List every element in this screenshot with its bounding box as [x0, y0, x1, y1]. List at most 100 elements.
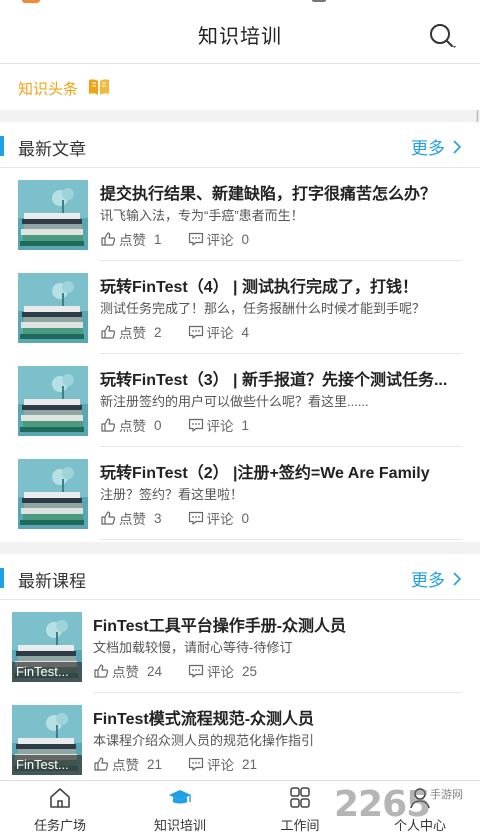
like-label: 点赞	[119, 512, 146, 527]
comment-count: 1	[241, 417, 250, 433]
comment-button[interactable]: 评论 1	[188, 415, 250, 435]
article-thumbnail	[18, 459, 88, 529]
comment-icon	[188, 231, 204, 247]
like-count: 3	[154, 510, 162, 526]
user-icon	[410, 788, 430, 809]
comment-count: 21	[242, 756, 258, 772]
more-articles-link[interactable]: 更多	[411, 134, 462, 159]
article-desc: 新注册签约的用户可以做些什么呢？看这里......	[100, 394, 369, 409]
article-item[interactable]: 提交执行结果、新建缺陷，打字很痛苦怎么办？ 讯飞输入法，专为“手癌”患者而生！ …	[0, 168, 480, 261]
like-count: 24	[147, 663, 163, 679]
article-desc: 讯飞输入法，专为“手癌”患者而生！	[100, 208, 304, 223]
more-courses-link[interactable]: 更多	[411, 566, 462, 591]
like-button[interactable]: 点赞 24	[93, 661, 162, 681]
comment-button[interactable]: 评论 0	[188, 508, 250, 528]
section-header: 最新文章 更多	[0, 122, 480, 168]
comment-label: 评论	[206, 326, 234, 341]
article-meta: 点赞 2 评论 4	[100, 322, 249, 342]
tab-personal-center[interactable]: 个人中心	[360, 781, 480, 832]
comment-label: 评论	[206, 233, 234, 248]
article-desc: 注册？签约？看这里啦！	[100, 487, 244, 502]
course-item[interactable]: FinTest... FinTest模式流程规范-众测人员 本课程介绍众测人员的…	[0, 693, 480, 786]
search-icon[interactable]	[428, 22, 458, 50]
course-title: FinTest模式流程规范-众测人员	[93, 711, 315, 728]
article-meta: 点赞 3 评论 0	[100, 508, 249, 528]
tab-knowledge-training[interactable]: 知识培训	[120, 781, 240, 832]
comment-icon	[188, 510, 204, 526]
thumbs-up-icon	[93, 663, 109, 679]
course-thumbnail: FinTest...	[12, 612, 82, 682]
like-button[interactable]: 点赞 0	[100, 415, 162, 435]
course-meta: 点赞 21 评论 21	[93, 754, 257, 774]
article-item[interactable]: 玩转FinTest（2） |注册+签约=We Are Family 注册？签约？…	[0, 447, 480, 540]
article-title: 玩转FinTest（4） | 测试执行完成了，打钱！	[100, 279, 418, 296]
comment-button[interactable]: 评论 21	[188, 754, 257, 774]
status-indicator	[22, 0, 40, 3]
section-accent-bar	[0, 568, 4, 588]
course-desc: 文档加载较慢，请耐心等待-待修订	[93, 640, 293, 655]
more-label: 更多	[411, 139, 445, 158]
chevron-right-icon	[453, 571, 462, 586]
article-title: 提交执行结果、新建缺陷，打字很痛苦怎么办？	[100, 186, 437, 203]
headline-label: 知识头条	[18, 81, 79, 98]
comment-button[interactable]: 评论 4	[188, 322, 250, 342]
chevron-right-icon	[453, 139, 462, 154]
like-count: 21	[147, 756, 163, 772]
course-thumbnail: FinTest...	[12, 705, 82, 775]
comment-count: 0	[241, 510, 250, 526]
thumbnail-caption: FinTest...	[12, 755, 82, 775]
tab-task-square[interactable]: 任务广场	[0, 781, 120, 832]
course-desc: 本课程介绍众测人员的规范化操作指引	[93, 733, 315, 748]
latest-courses-section: 最新课程 更多 FinTest... FinTest工具平台操作手册-众测人员 …	[0, 554, 480, 780]
comment-icon	[188, 324, 204, 340]
thumbs-up-icon	[100, 510, 116, 526]
article-thumbnail	[18, 180, 88, 250]
section-title: 最新文章	[18, 140, 86, 159]
thumbs-up-icon	[100, 417, 116, 433]
like-label: 点赞	[112, 665, 139, 680]
article-title: 玩转FinTest（2） |注册+签约=We Are Family	[100, 465, 430, 482]
comment-label: 评论	[207, 758, 235, 773]
comment-button[interactable]: 评论 0	[188, 229, 250, 249]
tab-label: 任务广场	[33, 818, 86, 832]
like-label: 点赞	[119, 326, 146, 341]
comment-count: 0	[241, 231, 250, 247]
comment-icon	[188, 663, 204, 679]
thumbs-up-icon	[93, 756, 109, 772]
like-label: 点赞	[119, 233, 146, 248]
course-item[interactable]: FinTest... FinTest工具平台操作手册-众测人员 文档加载较慢，请…	[0, 600, 480, 693]
grid-icon	[290, 787, 310, 808]
article-meta: 点赞 1 评论 0	[100, 229, 249, 249]
section-accent-bar	[0, 136, 4, 156]
comment-count: 4	[241, 324, 250, 340]
like-button[interactable]: 点赞 3	[100, 508, 162, 528]
top-bar: 知识培训	[0, 0, 480, 64]
status-indicator	[312, 0, 326, 2]
thumbnail-caption: FinTest...	[12, 662, 82, 682]
tab-label: 个人中心	[393, 818, 446, 832]
section-header: 最新课程 更多	[0, 554, 480, 600]
news-headline-bar[interactable]: 知识头条	[0, 64, 480, 110]
like-button[interactable]: 点赞 2	[100, 322, 162, 342]
article-item[interactable]: 玩转FinTest（3） | 新手报道？先接个测试任务... 新注册签约的用户可…	[0, 354, 480, 447]
article-item[interactable]: 玩转FinTest（4） | 测试执行完成了，打钱！ 测试任务完成了！那么，任务…	[0, 261, 480, 354]
like-count: 0	[154, 417, 162, 433]
course-meta: 点赞 24 评论 25	[93, 661, 257, 681]
comment-button[interactable]: 评论 25	[188, 661, 257, 681]
course-title: FinTest工具平台操作手册-众测人员	[93, 618, 347, 635]
article-thumbnail	[18, 273, 88, 343]
comment-icon	[188, 756, 204, 772]
tab-workspace[interactable]: 工作间	[240, 781, 360, 832]
like-count: 2	[154, 324, 162, 340]
article-desc: 测试任务完成了！那么，任务报酬什么时候才能到手呢？	[100, 301, 426, 316]
open-book-icon	[89, 79, 109, 95]
thumbs-up-icon	[100, 231, 116, 247]
more-label: 更多	[411, 571, 445, 590]
home-icon	[50, 788, 70, 808]
comment-icon	[188, 417, 204, 433]
like-button[interactable]: 点赞 1	[100, 229, 162, 249]
like-button[interactable]: 点赞 21	[93, 754, 162, 774]
like-count: 1	[154, 231, 162, 247]
comment-label: 评论	[206, 512, 234, 527]
tab-label: 工作间	[280, 818, 320, 832]
